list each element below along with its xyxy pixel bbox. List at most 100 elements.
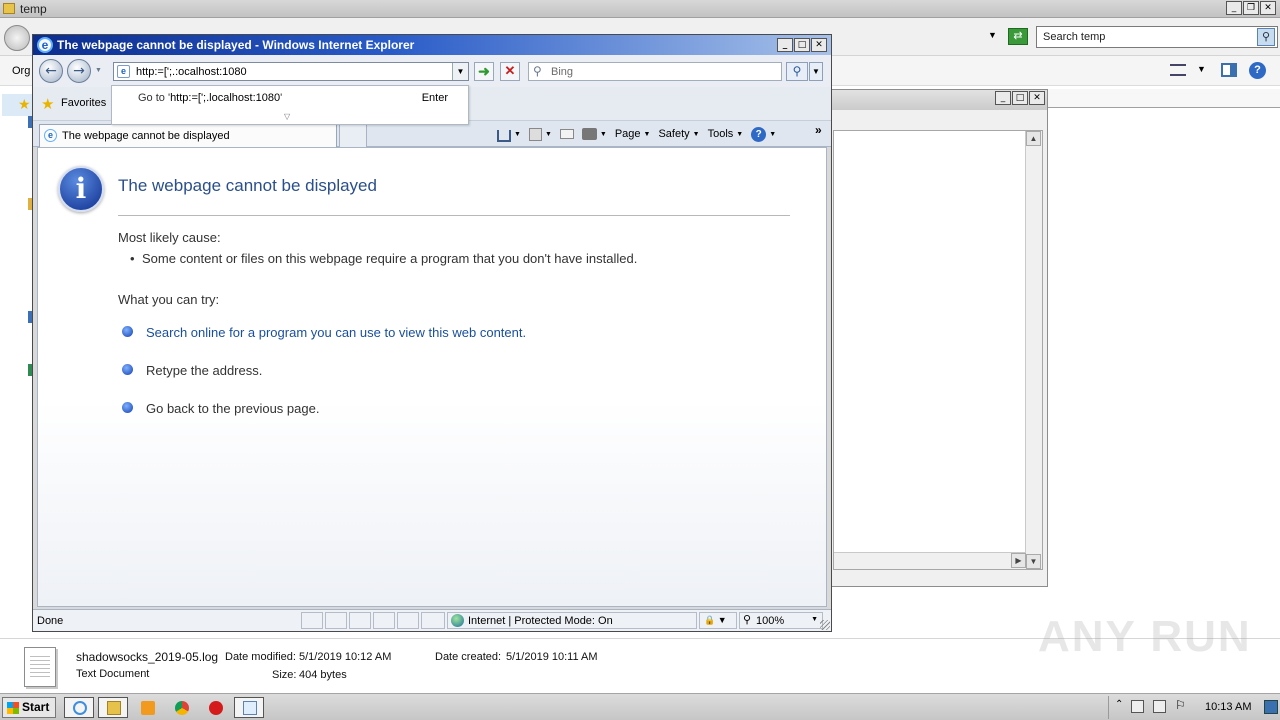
tray-expand-icon[interactable]: ⌃ bbox=[1115, 699, 1123, 710]
go-button[interactable]: ➜ bbox=[474, 62, 494, 81]
search-options-dropdown-icon[interactable]: ▼ bbox=[809, 62, 823, 81]
toolbar-overflow-icon[interactable]: » bbox=[815, 123, 822, 137]
taskbar-chrome-button[interactable] bbox=[166, 697, 196, 718]
autocomplete-goto-item[interactable]: Go to 'http:=[';.localhost:1080' bbox=[138, 92, 282, 104]
bullet-icon bbox=[122, 326, 133, 337]
history-dropdown-icon[interactable]: ▼ bbox=[95, 67, 102, 74]
notepad-icon bbox=[243, 701, 257, 715]
expand-autocomplete-icon[interactable]: ▽ bbox=[284, 112, 290, 121]
taskbar-notepad-button[interactable] bbox=[234, 697, 264, 718]
scroll-right-icon[interactable]: ▶ bbox=[1011, 553, 1026, 568]
help-icon: ? bbox=[751, 126, 767, 142]
taskbar-opera-button[interactable] bbox=[200, 697, 230, 718]
search-online-link[interactable]: Search online for a program you can use … bbox=[146, 325, 526, 340]
restore-button[interactable]: ❐ bbox=[1243, 1, 1259, 15]
size-label: Size: bbox=[272, 669, 297, 681]
search-icon[interactable]: ⚲ bbox=[1257, 28, 1275, 46]
chevron-down-icon[interactable]: ▼ bbox=[514, 131, 521, 138]
ie-navigation-bar: ← → ▼ e http:=[';.:ocalhost:1080 ▼ ➜ ✕ ⚲… bbox=[33, 55, 831, 87]
close-button[interactable]: ✕ bbox=[1260, 1, 1276, 15]
security-zone[interactable]: Internet | Protected Mode: On bbox=[447, 612, 697, 629]
vertical-scrollbar[interactable]: ▲ ▼ bbox=[1025, 131, 1042, 569]
taskbar-ie-button[interactable] bbox=[64, 697, 94, 718]
chevron-down-icon: ▼ bbox=[736, 130, 744, 138]
status-text: Done bbox=[37, 615, 64, 627]
explorer-back-button[interactable] bbox=[4, 25, 30, 51]
start-button[interactable]: Start bbox=[2, 697, 56, 718]
address-autocomplete: Go to 'http:=[';.localhost:1080' Enter ▽ bbox=[111, 85, 469, 125]
help-icon[interactable]: ? bbox=[1249, 62, 1266, 79]
scroll-up-icon[interactable]: ▲ bbox=[1026, 131, 1041, 146]
protected-mode-button[interactable]: 🔒 ▼ bbox=[699, 612, 737, 629]
address-dropdown-icon[interactable]: ▼ bbox=[452, 63, 468, 80]
resize-grip[interactable] bbox=[820, 620, 830, 630]
close-button[interactable]: ✕ bbox=[1029, 91, 1045, 105]
try-heading: What you can try: bbox=[118, 292, 220, 307]
taskbar-media-player-button[interactable] bbox=[132, 697, 162, 718]
chevron-down-icon: ▼ bbox=[692, 130, 700, 138]
status-cell bbox=[301, 612, 323, 629]
home-button[interactable]: ▼ bbox=[493, 126, 525, 142]
views-icon[interactable] bbox=[1170, 64, 1186, 76]
print-button[interactable]: ▼ bbox=[578, 128, 611, 140]
chevron-down-icon[interactable]: ▼ bbox=[545, 131, 552, 138]
rss-icon bbox=[528, 127, 542, 141]
new-tab-button[interactable] bbox=[339, 124, 367, 148]
favorites-star-icon[interactable]: ★ bbox=[41, 95, 54, 113]
organize-button[interactable]: Org bbox=[12, 65, 30, 77]
favorites-button[interactable]: Favorites bbox=[61, 97, 106, 109]
folder-icon bbox=[107, 701, 121, 715]
clock[interactable]: 10:13 AM bbox=[1205, 701, 1251, 713]
background-window-title-bar: _ □ ✕ bbox=[829, 90, 1047, 110]
back-button[interactable]: ← bbox=[39, 59, 63, 83]
taskbar-explorer-button[interactable] bbox=[98, 697, 128, 718]
date-created-label: Date created: bbox=[435, 651, 502, 663]
stop-button[interactable]: ✕ bbox=[500, 62, 520, 81]
page-menu-button[interactable]: Page ▼ bbox=[611, 128, 655, 140]
minimize-button[interactable]: _ bbox=[777, 38, 793, 52]
volume-icon[interactable] bbox=[1153, 700, 1166, 713]
preview-pane-icon[interactable] bbox=[1221, 63, 1237, 77]
status-cell bbox=[349, 612, 371, 629]
explorer-search-input[interactable]: Search temp ⚲ bbox=[1036, 26, 1278, 48]
network-icon[interactable] bbox=[1131, 700, 1144, 713]
tab-current[interactable]: e The webpage cannot be displayed bbox=[39, 124, 337, 148]
divider bbox=[118, 215, 790, 216]
ie-logo-icon: e bbox=[37, 37, 53, 53]
mail-button[interactable] bbox=[556, 129, 578, 139]
maximize-button[interactable]: □ bbox=[1012, 91, 1028, 105]
show-desktop-button[interactable] bbox=[1264, 700, 1278, 714]
chrome-icon bbox=[175, 701, 189, 715]
chevron-down-icon[interactable]: ▼ bbox=[1197, 64, 1206, 74]
minimize-button[interactable]: _ bbox=[995, 91, 1011, 105]
bing-search-input[interactable]: ⚲ Bing bbox=[528, 62, 782, 81]
goto-url: http:=[';.localhost:1080 bbox=[170, 92, 281, 104]
chevron-down-icon[interactable]: ▼ bbox=[600, 131, 607, 138]
bullet-icon bbox=[122, 402, 133, 413]
background-window-client: ▲ ▼ ▶ bbox=[833, 130, 1043, 570]
help-menu-button[interactable]: ? ▼ bbox=[747, 126, 780, 142]
search-button[interactable]: ⚲ bbox=[786, 62, 808, 81]
safety-menu-button[interactable]: Safety ▼ bbox=[654, 128, 703, 140]
status-cell bbox=[325, 612, 347, 629]
horizontal-scrollbar[interactable]: ▶ bbox=[834, 552, 1026, 569]
minimize-button[interactable]: _ bbox=[1226, 1, 1242, 15]
status-cell bbox=[373, 612, 395, 629]
ie-title-bar: e The webpage cannot be displayed - Wind… bbox=[33, 35, 831, 55]
safety-menu-label: Safety bbox=[658, 128, 690, 140]
chevron-down-icon[interactable]: ▼ bbox=[988, 30, 997, 40]
address-input[interactable]: http:=[';.:ocalhost:1080 bbox=[136, 66, 247, 78]
size-value: 404 bytes bbox=[299, 669, 347, 681]
feeds-button[interactable]: ▼ bbox=[525, 127, 556, 141]
action-center-flag-icon[interactable]: ⚐ bbox=[1175, 698, 1188, 712]
page-icon: e bbox=[44, 129, 57, 142]
zoom-button[interactable]: ⚲ 100% ▼ bbox=[739, 612, 823, 629]
chevron-down-icon[interactable]: ▼ bbox=[811, 616, 818, 623]
maximize-button[interactable]: □ bbox=[794, 38, 810, 52]
refresh-button[interactable]: ⇄ bbox=[1008, 28, 1028, 45]
address-bar[interactable]: e http:=[';.:ocalhost:1080 ▼ bbox=[113, 62, 469, 81]
tools-menu-button[interactable]: Tools ▼ bbox=[704, 128, 748, 140]
forward-button[interactable]: → bbox=[67, 59, 91, 83]
scroll-down-icon[interactable]: ▼ bbox=[1026, 554, 1041, 569]
close-button[interactable]: ✕ bbox=[811, 38, 827, 52]
